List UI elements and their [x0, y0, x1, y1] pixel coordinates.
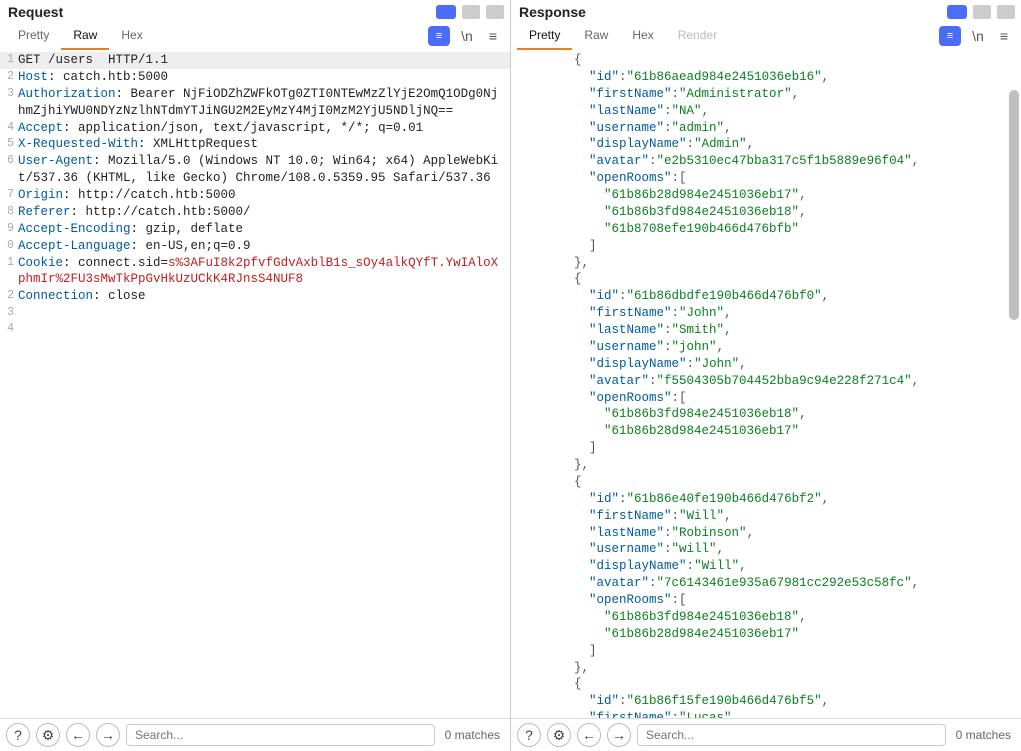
- code-line[interactable]: "openRooms":[: [511, 592, 1021, 609]
- help-icon[interactable]: ?: [6, 723, 30, 747]
- code-line[interactable]: 1GET /users HTTP/1.1: [0, 52, 510, 69]
- actions-icon[interactable]: ≡: [939, 26, 961, 46]
- panel-control-icon[interactable]: [486, 5, 504, 19]
- help-icon[interactable]: ?: [517, 723, 541, 747]
- tab-pretty[interactable]: Pretty: [6, 22, 61, 50]
- code-line[interactable]: "displayName":"John",: [511, 356, 1021, 373]
- tab-raw[interactable]: Raw: [61, 22, 109, 50]
- request-title: Request: [6, 4, 65, 20]
- request-editor[interactable]: 1GET /users HTTP/1.12Host: catch.htb:500…: [0, 50, 510, 718]
- scrollbar-handle[interactable]: [1009, 90, 1019, 320]
- code-line[interactable]: },: [511, 255, 1021, 272]
- code-line[interactable]: "id":"61b86dbdfe190b466d476bf0",: [511, 288, 1021, 305]
- panel-control-icon[interactable]: [973, 5, 991, 19]
- code-line[interactable]: "lastName":"Smith",: [511, 322, 1021, 339]
- response-footer: ? ⚙ ← → 0 matches: [511, 718, 1021, 751]
- code-line[interactable]: "username":"will",: [511, 541, 1021, 558]
- code-line[interactable]: "displayName":"Admin",: [511, 136, 1021, 153]
- code-line[interactable]: "avatar":"e2b5310ec47bba317c5f1b5889e96f…: [511, 153, 1021, 170]
- tab-hex[interactable]: Hex: [109, 22, 154, 50]
- code-line[interactable]: },: [511, 457, 1021, 474]
- code-line[interactable]: "id":"61b86f15fe190b466d476bf5",: [511, 693, 1021, 710]
- code-line[interactable]: "firstName":"John",: [511, 305, 1021, 322]
- code-line[interactable]: "openRooms":[: [511, 390, 1021, 407]
- gear-icon[interactable]: ⚙: [36, 723, 60, 747]
- next-icon[interactable]: →: [607, 723, 631, 747]
- code-line[interactable]: {: [511, 676, 1021, 693]
- code-line[interactable]: 4Accept: application/json, text/javascri…: [0, 120, 510, 137]
- code-line[interactable]: 4: [0, 321, 510, 337]
- panel-badge-icon[interactable]: [436, 5, 456, 19]
- code-line[interactable]: ]: [511, 238, 1021, 255]
- code-line[interactable]: 5X-Requested-With: XMLHttpRequest: [0, 136, 510, 153]
- response-pane: Response PrettyRawHexRender ≡ \n ≡ { "id…: [511, 0, 1021, 751]
- code-line[interactable]: "61b8708efe190b466d476bfb": [511, 221, 1021, 238]
- code-line[interactable]: "61b86b3fd984e2451036eb18",: [511, 609, 1021, 626]
- panel-control-icon[interactable]: [462, 5, 480, 19]
- menu-icon[interactable]: ≡: [484, 28, 502, 44]
- prev-icon[interactable]: ←: [66, 723, 90, 747]
- menu-icon[interactable]: ≡: [995, 28, 1013, 44]
- prev-icon[interactable]: ←: [577, 723, 601, 747]
- tab-pretty[interactable]: Pretty: [517, 22, 572, 50]
- code-line[interactable]: "firstName":"Lucas",: [511, 710, 1021, 718]
- code-line[interactable]: "openRooms":[: [511, 170, 1021, 187]
- code-line[interactable]: 3: [0, 305, 510, 321]
- code-line[interactable]: {: [511, 271, 1021, 288]
- code-line[interactable]: {: [511, 52, 1021, 69]
- code-line[interactable]: "61b86b28d984e2451036eb17",: [511, 187, 1021, 204]
- code-line[interactable]: "61b86b3fd984e2451036eb18",: [511, 204, 1021, 221]
- gear-icon[interactable]: ⚙: [547, 723, 571, 747]
- code-line[interactable]: "61b86b28d984e2451036eb17": [511, 626, 1021, 643]
- code-line[interactable]: },: [511, 660, 1021, 677]
- next-icon[interactable]: →: [96, 723, 120, 747]
- newline-icon[interactable]: \n: [458, 28, 476, 44]
- tab-raw[interactable]: Raw: [572, 22, 620, 50]
- code-line[interactable]: "avatar":"7c6143461e935a67981cc292e53c58…: [511, 575, 1021, 592]
- code-line[interactable]: "61b86b3fd984e2451036eb18",: [511, 406, 1021, 423]
- code-line[interactable]: 8Referer: http://catch.htb:5000/: [0, 204, 510, 221]
- request-search-input[interactable]: [126, 724, 435, 746]
- code-line[interactable]: ]: [511, 440, 1021, 457]
- tab-render[interactable]: Render: [666, 22, 729, 50]
- code-line[interactable]: 3Authorization: Bearer NjFiODZhZWFkOTg0Z…: [0, 86, 510, 120]
- response-title: Response: [517, 4, 588, 20]
- response-match-count: 0 matches: [952, 728, 1015, 742]
- code-line[interactable]: {: [511, 474, 1021, 491]
- code-line[interactable]: 6User-Agent: Mozilla/5.0 (Windows NT 10.…: [0, 153, 510, 187]
- code-line[interactable]: "displayName":"Will",: [511, 558, 1021, 575]
- response-search-input[interactable]: [637, 724, 946, 746]
- code-line[interactable]: "avatar":"f5504305b704452bba9c94e228f271…: [511, 373, 1021, 390]
- code-line[interactable]: 1Cookie: connect.sid=s%3AFuI8k2pfvfGdvAx…: [0, 255, 510, 289]
- response-editor[interactable]: { "id":"61b86aead984e2451036eb16", "firs…: [511, 50, 1021, 718]
- request-tabs: PrettyRawHex: [6, 22, 155, 50]
- request-match-count: 0 matches: [441, 728, 504, 742]
- tab-hex[interactable]: Hex: [620, 22, 665, 50]
- code-line[interactable]: "firstName":"Will",: [511, 508, 1021, 525]
- code-line[interactable]: ]: [511, 643, 1021, 660]
- request-pane: Request PrettyRawHex ≡ \n ≡ 1GET /users …: [0, 0, 511, 751]
- code-line[interactable]: 2Connection: close: [0, 288, 510, 305]
- code-line[interactable]: "username":"admin",: [511, 120, 1021, 137]
- code-line[interactable]: "username":"john",: [511, 339, 1021, 356]
- code-line[interactable]: "id":"61b86aead984e2451036eb16",: [511, 69, 1021, 86]
- code-line[interactable]: 9Accept-Encoding: gzip, deflate: [0, 221, 510, 238]
- response-tabs: PrettyRawHexRender: [517, 22, 729, 50]
- code-line[interactable]: 2Host: catch.htb:5000: [0, 69, 510, 86]
- panel-control-icon[interactable]: [997, 5, 1015, 19]
- code-line[interactable]: "id":"61b86e40fe190b466d476bf2",: [511, 491, 1021, 508]
- code-line[interactable]: "lastName":"NA",: [511, 103, 1021, 120]
- code-line[interactable]: "lastName":"Robinson",: [511, 525, 1021, 542]
- code-line[interactable]: 7Origin: http://catch.htb:5000: [0, 187, 510, 204]
- newline-icon[interactable]: \n: [969, 28, 987, 44]
- code-line[interactable]: "firstName":"Administrator",: [511, 86, 1021, 103]
- code-line[interactable]: 0Accept-Language: en-US,en;q=0.9: [0, 238, 510, 255]
- panel-badge-icon[interactable]: [947, 5, 967, 19]
- actions-icon[interactable]: ≡: [428, 26, 450, 46]
- code-line[interactable]: "61b86b28d984e2451036eb17": [511, 423, 1021, 440]
- request-footer: ? ⚙ ← → 0 matches: [0, 718, 510, 751]
